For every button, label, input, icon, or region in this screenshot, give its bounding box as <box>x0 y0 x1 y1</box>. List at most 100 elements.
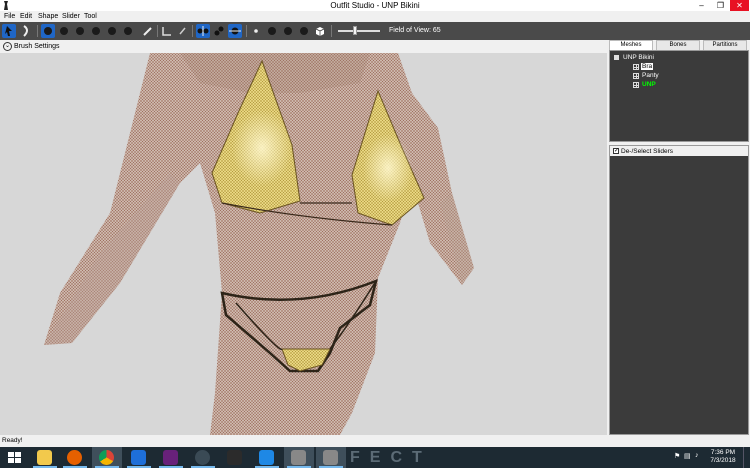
tab-bones[interactable]: Bones <box>656 40 700 50</box>
select-tool-button[interactable] <box>2 24 16 38</box>
mesh-grid-icon <box>633 73 639 79</box>
windows-icon <box>8 452 21 463</box>
weight-brush-icon <box>124 27 132 35</box>
fov-slider-thumb[interactable] <box>352 26 357 35</box>
shield-icon <box>131 450 146 465</box>
cube-icon <box>315 27 325 36</box>
select-icon <box>5 26 12 36</box>
menu-slider[interactable]: Slider <box>62 13 80 20</box>
minimize-button[interactable]: – <box>692 0 711 11</box>
deflate-brush-icon <box>76 27 84 35</box>
view-front-button[interactable] <box>297 24 311 38</box>
transform-icon <box>23 25 28 37</box>
mesh-grid-icon <box>633 64 639 70</box>
taskbar-chrome[interactable] <box>92 447 122 468</box>
link-icon <box>259 450 274 465</box>
taskbar-outfit-studio-2[interactable] <box>316 447 346 468</box>
flag-icon[interactable]: ⚑ <box>674 452 680 460</box>
toggle-wireframe-button[interactable] <box>313 24 327 38</box>
taskbar-defender[interactable] <box>124 447 154 468</box>
show-desktop-button[interactable] <box>743 447 747 468</box>
taskbar-visual-studio[interactable] <box>156 447 186 468</box>
brush-size-small-button[interactable] <box>249 24 263 38</box>
inflate-brush-icon <box>60 27 68 35</box>
taskbar-firefox[interactable] <box>60 447 90 468</box>
chevron-down-icon[interactable]: ⌄ <box>3 42 12 51</box>
taskbar-app-mod-organizer[interactable] <box>220 447 250 468</box>
slider-panel: ✓ De-/Select Sliders <box>609 145 749 435</box>
fov-slider-track[interactable] <box>338 30 380 32</box>
toolbar-separator <box>331 25 332 37</box>
taskbar-file-explorer[interactable] <box>30 447 60 468</box>
toolbar-separator <box>37 25 38 37</box>
firefox-icon <box>67 450 82 465</box>
status-text: Ready! <box>2 437 23 444</box>
outfit-studio-icon <box>291 450 306 465</box>
clock-date: 7/3/2018 <box>710 457 736 464</box>
network-icon[interactable]: ▤ <box>684 452 691 460</box>
connected-only-button[interactable] <box>212 24 226 38</box>
sphere-icon <box>300 27 308 35</box>
smooth-brush-button[interactable] <box>105 24 119 38</box>
mesh-item-label: Panty <box>642 72 659 79</box>
pencil-icon <box>179 27 186 35</box>
right-panel: Meshes Bones Partitions UNP Bikini Bra P… <box>607 40 750 435</box>
close-button[interactable]: ✕ <box>730 0 749 11</box>
menu-shape[interactable]: Shape <box>38 13 58 20</box>
tree-root-label: UNP Bikini <box>623 54 654 61</box>
brush-size-medium-button[interactable] <box>265 24 279 38</box>
brush-icon <box>143 27 152 36</box>
menu-file[interactable]: File <box>4 13 15 20</box>
inflate-brush-button[interactable] <box>57 24 71 38</box>
color-brush-button[interactable] <box>141 24 155 38</box>
transform-tool-button[interactable] <box>20 24 34 38</box>
smooth-brush-icon <box>108 27 116 35</box>
mesh-grid-icon <box>633 82 639 88</box>
dot-small-icon <box>254 29 258 33</box>
symmetry-button[interactable] <box>160 24 174 38</box>
mod-organizer-icon <box>227 450 242 465</box>
move-brush-icon <box>92 27 100 35</box>
maximize-button[interactable]: ❐ <box>711 0 730 11</box>
window-title: Outfit Studio - UNP Bikini <box>330 1 420 10</box>
menu-bar: File Edit Shape Slider Tool <box>0 11 750 22</box>
steam-icon <box>195 450 210 465</box>
chrome-icon <box>99 450 114 465</box>
toolbar-separator <box>246 25 247 37</box>
start-button[interactable] <box>0 447 30 468</box>
brush-settings-bar[interactable]: ⌄ Brush Settings <box>0 40 607 53</box>
outfit-studio-icon <box>323 450 338 465</box>
select-sliders-label: De-/Select Sliders <box>621 148 674 155</box>
menu-edit[interactable]: Edit <box>20 13 32 20</box>
dot-medium-icon <box>268 27 276 35</box>
weight-brush-button[interactable] <box>121 24 135 38</box>
tab-meshes[interactable]: Meshes <box>609 40 653 50</box>
x-mirror-button[interactable] <box>196 24 210 38</box>
brush-size-large-button[interactable] <box>281 24 295 38</box>
brush-settings-label: Brush Settings <box>14 43 60 50</box>
3d-viewport[interactable] <box>0 53 607 435</box>
volume-icon[interactable]: ♪ <box>695 452 699 459</box>
slider-panel-header: ✓ De-/Select Sliders <box>610 146 748 156</box>
move-brush-button[interactable] <box>89 24 103 38</box>
mask-brush-icon <box>44 27 52 35</box>
tab-partitions[interactable]: Partitions <box>703 40 747 50</box>
taskbar-outfit-studio[interactable] <box>284 447 314 468</box>
toolbar-separator <box>192 25 193 37</box>
global-brush-button[interactable] <box>228 24 242 38</box>
deflate-brush-button[interactable] <box>73 24 87 38</box>
select-all-sliders-checkbox[interactable]: ✓ <box>613 148 619 154</box>
mask-brush-button[interactable] <box>41 24 55 38</box>
global-icon <box>229 27 241 35</box>
edit-tool-button[interactable] <box>176 24 190 38</box>
mesh-item-label: UNP <box>642 81 656 88</box>
mesh-tree: UNP Bikini Bra Panty UNP <box>609 50 749 142</box>
clock[interactable]: 7:36 PM 7/3/2018 <box>705 449 741 465</box>
taskbar-app-steam[interactable] <box>188 447 218 468</box>
menu-tool[interactable]: Tool <box>84 13 97 20</box>
clock-time: 7:36 PM <box>710 449 736 456</box>
tree-expand-icon[interactable] <box>614 55 619 60</box>
mirror-icon <box>197 26 209 36</box>
taskbar-app-blue[interactable] <box>252 447 282 468</box>
mesh-render <box>44 53 474 435</box>
